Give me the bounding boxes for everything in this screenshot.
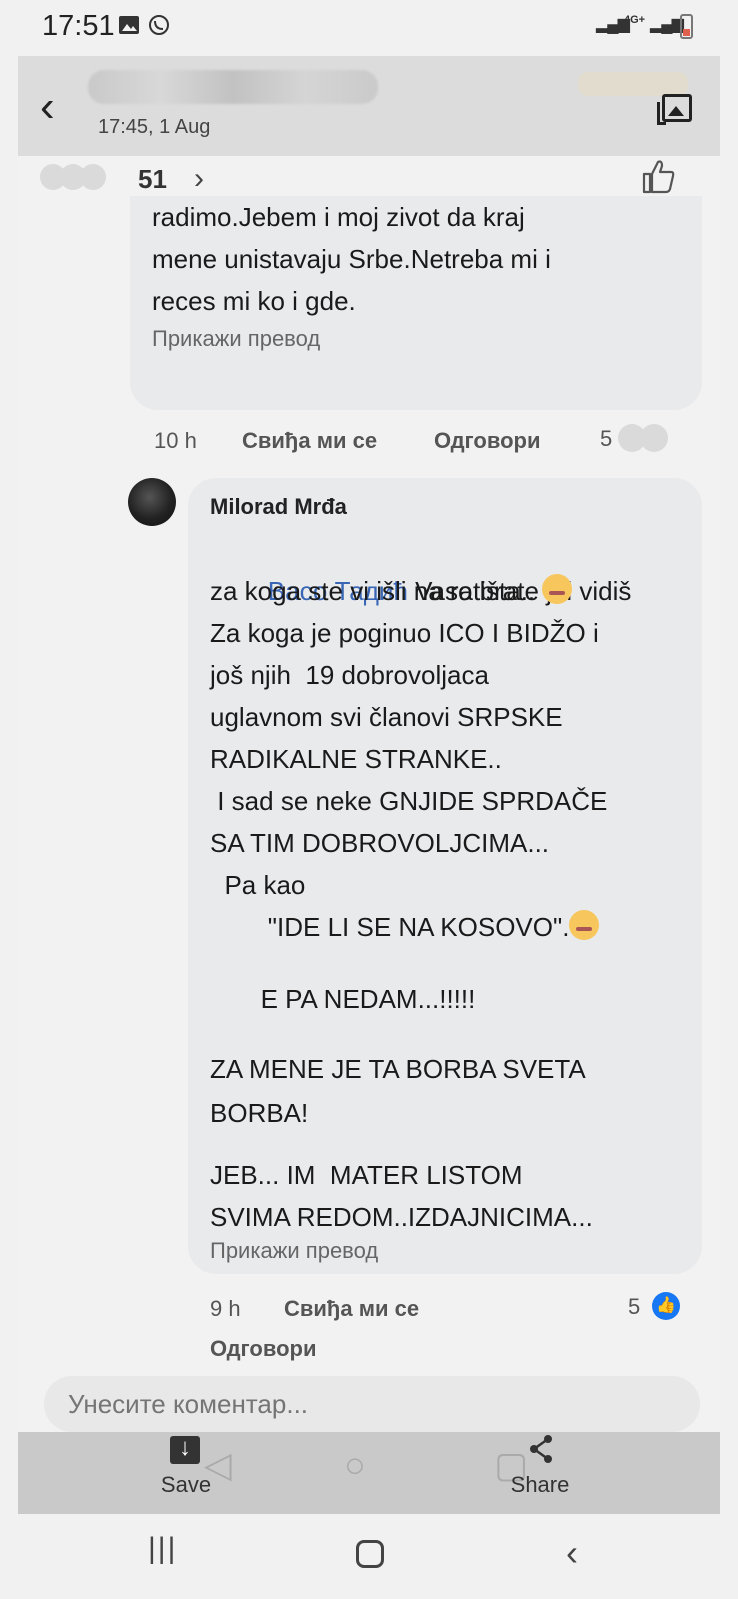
comment-input[interactable]: [44, 1376, 700, 1432]
see-translation-link[interactable]: Прикажи превод: [210, 1238, 378, 1264]
comment-text-line: RADIKALNE STRANKE..: [210, 744, 502, 774]
screenshot-viewer: ‹ 17:45, 1 Aug 51 › radimo.Jebem i moj z…: [18, 56, 720, 1514]
blurred-header-info: [578, 72, 688, 96]
back-nav-icon[interactable]: ‹: [566, 1532, 578, 1574]
cell-signal-icon: ▂▄▆: [650, 16, 684, 33]
comment-text-line: SA TIM DOBROVOLJCIMA...: [210, 828, 550, 858]
comment-time: 10 h: [154, 428, 197, 453]
save-label: Save: [160, 1472, 212, 1497]
comment-author[interactable]: Milorad Mrđa: [210, 494, 347, 520]
save-button[interactable]: Save: [146, 1432, 226, 1514]
chevron-right-icon[interactable]: ›: [194, 162, 204, 196]
sad-emoji-icon: [569, 910, 600, 940]
viber-notification-icon: [149, 15, 169, 35]
comment-text-line: JEB... IM MATER LISTOM: [210, 1160, 523, 1190]
like-reaction-icon[interactable]: 👍: [652, 1292, 680, 1320]
comment-text-line: još njih 19 dobrovoljaca: [210, 660, 489, 690]
comment-bubble: radimo.Jebem i moj zivot da kraj mene un…: [130, 196, 702, 410]
comment-text-line: BORBA!: [210, 1098, 309, 1128]
recents-icon[interactable]: |||: [148, 1532, 177, 1566]
comment-text-line: uglavnom svi članovi SRPSKE: [210, 702, 563, 732]
comment-text-line: E PA NEDAM...!!!!!: [210, 984, 476, 1014]
comment-text-line: I sad se neke GNJIDE SPRDAČE: [210, 786, 608, 816]
network-type-label: 4G+: [624, 14, 646, 26]
viewer-action-bar: ◁ ○ ▢ Save Share: [18, 1432, 720, 1514]
comment-text-line: ZA MENE JE TA BORBA SVETA: [210, 1054, 586, 1084]
like-link[interactable]: Свиђа ми се: [242, 428, 377, 454]
ghost-home-icon: ○: [344, 1444, 366, 1485]
thumbs-up-icon[interactable]: [638, 156, 678, 196]
viewer-top-bar: ‹ 17:45, 1 Aug: [18, 56, 720, 156]
image-date: 17:45, 1 Aug: [98, 116, 211, 138]
comment-reaction-count[interactable]: 5: [628, 1294, 640, 1320]
reply-link[interactable]: Одговори: [210, 1336, 316, 1362]
comment-text-line: Za koga je poginuo ICO I BIDŽO i: [210, 618, 599, 648]
system-nav-bar: ||| ‹: [0, 1514, 738, 1599]
comment-input-bar: [18, 1362, 720, 1432]
reaction-icons: [40, 164, 130, 192]
reaction-count[interactable]: 51: [138, 164, 167, 195]
like-link[interactable]: Свиђа ми се: [284, 1296, 419, 1322]
reply-link[interactable]: Одговори: [434, 428, 540, 454]
gallery-icon[interactable]: [657, 94, 692, 125]
image-notification-icon: [119, 16, 139, 34]
comment-text-line: SVIMA REDOM..IZDAJNICIMA...: [210, 1202, 593, 1232]
see-translation-link[interactable]: Прикажи превод: [152, 326, 320, 352]
comment-text-line: "IDE LI SE NA KOSOVO".: [210, 912, 570, 942]
status-time: 17:51: [42, 10, 115, 42]
share-icon: [530, 1435, 552, 1463]
comment-bubble: Milorad Mrđa Васо Тадић Vaso brate jel v…: [188, 478, 702, 1274]
comment-text-line: mene unistavaju Srbe.Netreba mi i: [152, 244, 551, 274]
comment-text-line: reces mi ko i gde.: [152, 286, 356, 316]
share-label: Share: [510, 1472, 570, 1497]
sad-emoji-icon: [542, 574, 573, 604]
share-button[interactable]: Share: [500, 1432, 580, 1514]
home-icon[interactable]: [356, 1540, 384, 1568]
comment-time: 9 h: [210, 1296, 241, 1321]
comment-text-line: radimo.Jebem i moj zivot da kraj: [152, 202, 525, 232]
comment-text-line: Pa kao: [210, 870, 306, 900]
facebook-comments: 51 › radimo.Jebem i moj zivot da kraj me…: [18, 156, 720, 1462]
back-arrow-icon[interactable]: ‹: [40, 82, 55, 132]
blurred-sender-name: [88, 70, 378, 104]
reaction-icons[interactable]: [618, 424, 680, 454]
status-bar: 17:51 ▂▄▆ 4G+ ▂▄▆: [0, 0, 738, 56]
avatar[interactable]: [128, 478, 176, 526]
comment-text-line: za koga ste vi išli na ratišta..: [210, 576, 536, 606]
download-icon: [170, 1434, 200, 1464]
battery-icon: [680, 14, 693, 39]
comment-reaction-count[interactable]: 5: [600, 426, 612, 452]
